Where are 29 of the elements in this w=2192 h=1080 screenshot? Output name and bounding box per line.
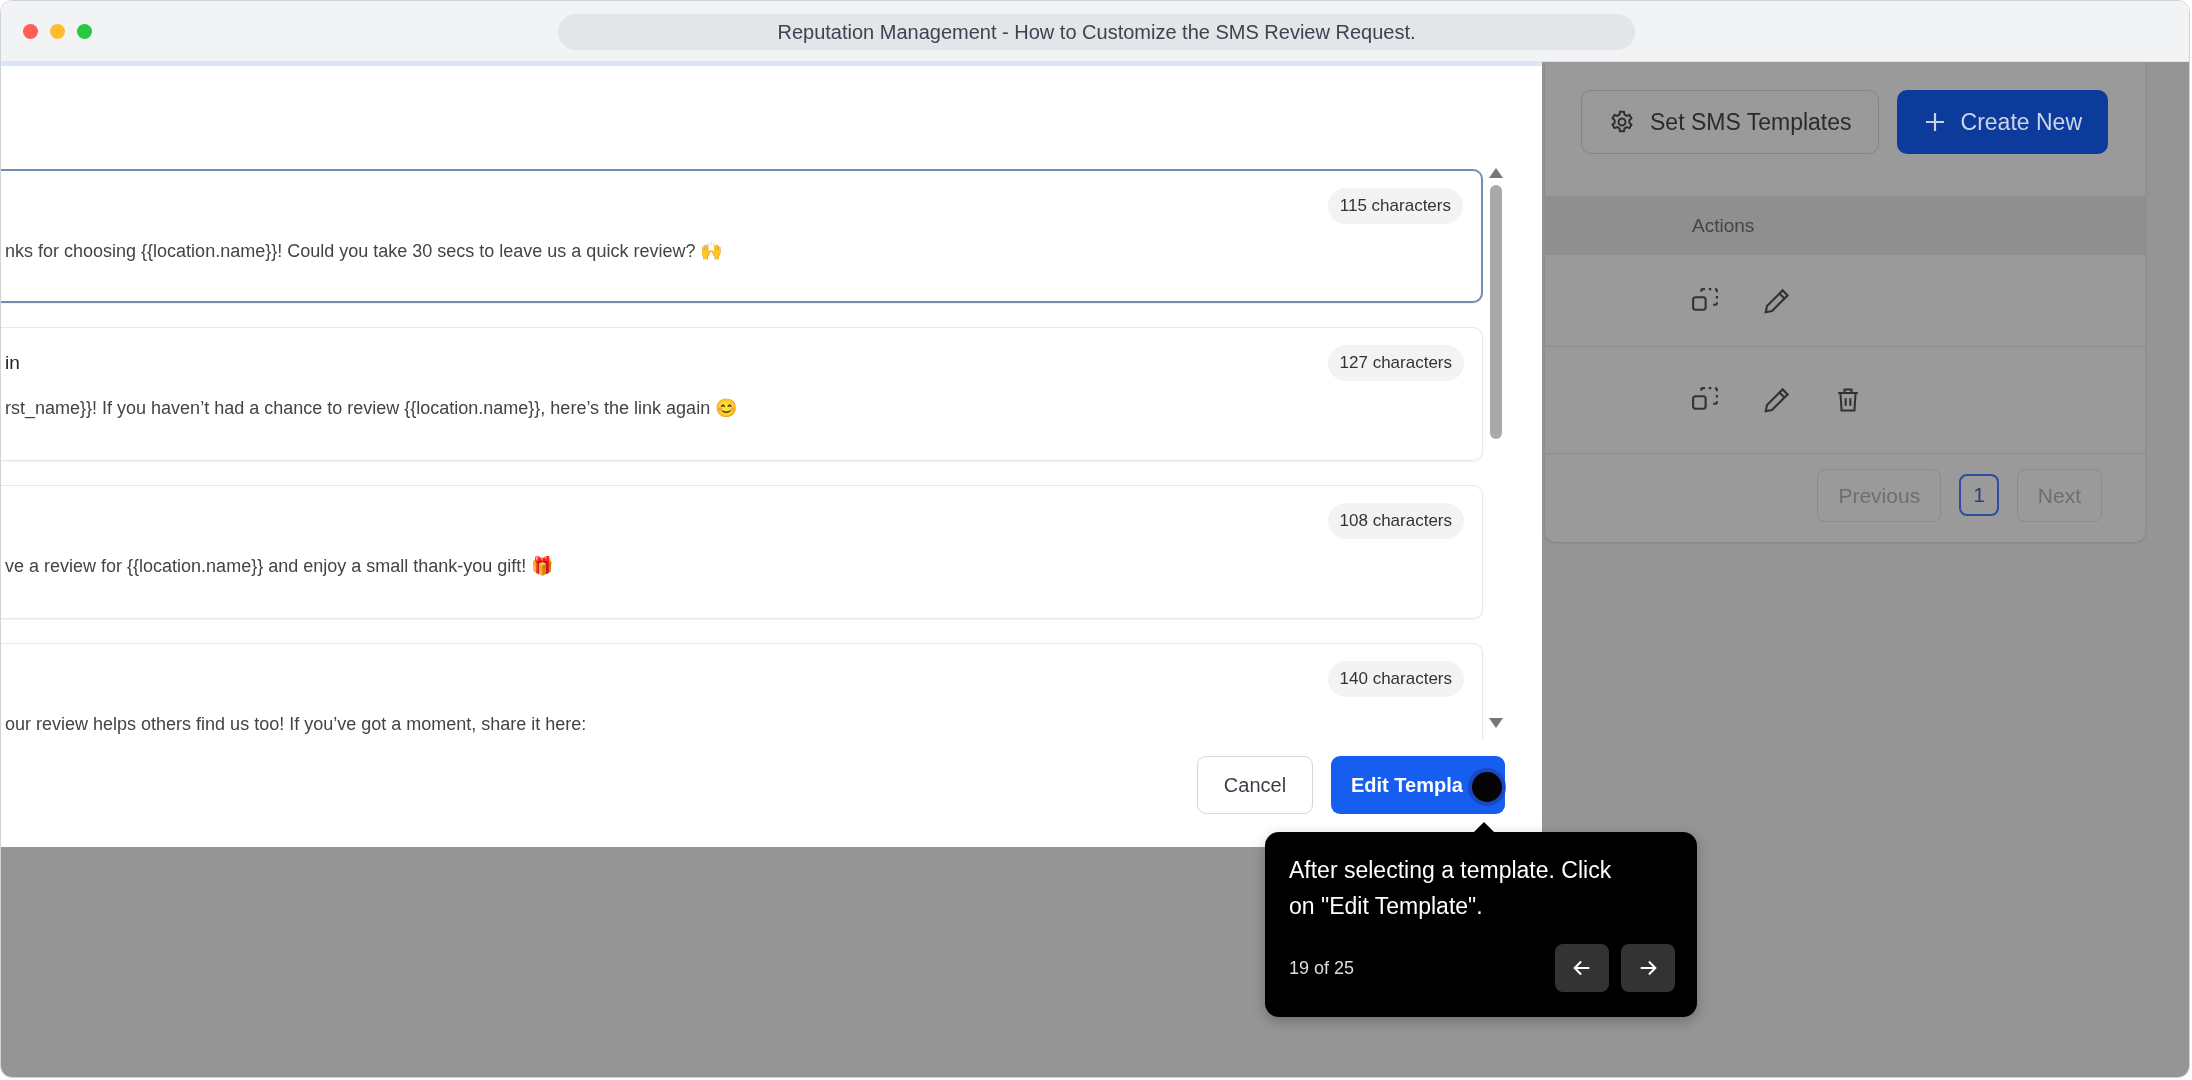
scroll-up-icon[interactable]	[1488, 167, 1504, 179]
scroll-down-icon[interactable]	[1488, 717, 1504, 729]
page-button[interactable]: 1	[1959, 474, 1999, 516]
template-card[interactable]: in 127 characters rst_name}}! If you haven’t had a chance to review {{location.name}}, here’s the link again 😊	[1, 327, 1483, 461]
character-count: 115 characters	[1327, 188, 1463, 224]
tooltip-text: After selecting a template. Click on "Edit Template".	[1289, 856, 1613, 921]
window-title: Reputation Management - How to Customize the SMS Review Request.	[558, 14, 1635, 50]
close-window-button[interactable]	[23, 23, 38, 39]
cursor-dot	[1472, 772, 1502, 802]
template-message: nks for choosing {{location.name}}! Could you take 30 secs to leave us a quick review? 🙌	[5, 240, 724, 263]
template-message: our review helps others find us too! If you’ve got a moment, share it here:	[5, 713, 588, 736]
edit-template-button[interactable]: Edit Templa	[1331, 756, 1505, 814]
column-header: Actions	[1692, 214, 1755, 237]
previous-step-button[interactable]	[1555, 944, 1609, 992]
character-count: 127 characters	[1327, 345, 1464, 381]
template-message: ve a review for {{location.name}} and enjoy a small thank-you gift! 🎁	[5, 555, 555, 578]
set-sms-templates-button[interactable]: Set SMS Templates	[1581, 90, 1879, 154]
template-message: rst_name}}! If you haven’t had a chance to review {{location.name}}, here’s the link again 😊	[5, 397, 739, 421]
template-card[interactable]: 115 characters nks for choosing {{location.name}}! Could you take 30 secs to leave us a quick review? 🙌	[1, 169, 1483, 303]
create-new-button[interactable]: Create New	[1896, 90, 2108, 154]
character-count: 140 characters	[1327, 661, 1464, 697]
next-step-button[interactable]	[1621, 944, 1675, 992]
cancel-button[interactable]: Cancel	[1197, 756, 1313, 814]
character-count: 108 characters	[1327, 503, 1464, 539]
template-card[interactable]: 108 characters ve a review for {{location.name}} and enjoy a small thank-you gift! 🎁	[1, 485, 1483, 619]
pencil-icon[interactable]	[1762, 385, 1792, 415]
step-counter: 19 of 25	[1289, 957, 1355, 979]
scrollbar-thumb[interactable]	[1490, 185, 1502, 439]
template-title: in	[5, 352, 20, 374]
